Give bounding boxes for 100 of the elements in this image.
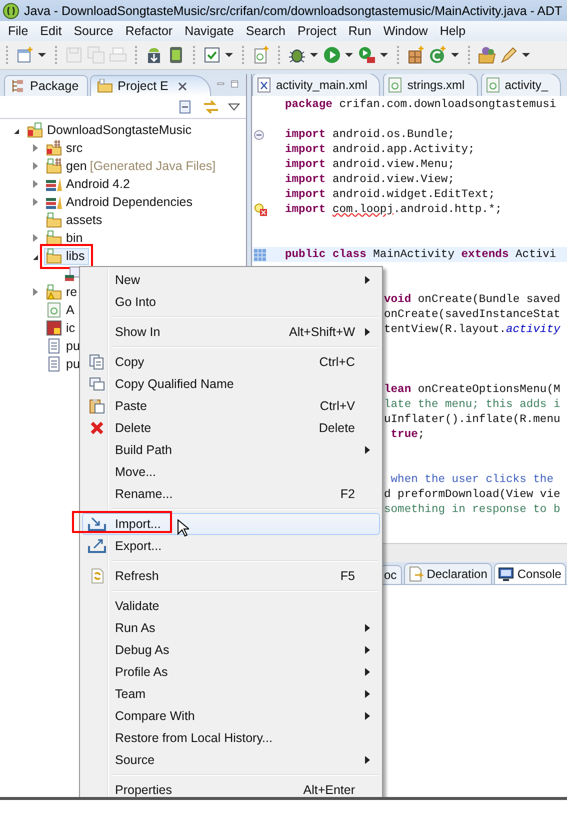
view-tab[interactable]: Declaration [404,563,492,584]
play-icon[interactable] [323,46,341,64]
copy-icon [89,376,105,392]
menu-item[interactable]: Move... [82,461,380,483]
folder-icon [45,248,63,264]
android-file-icon [45,302,63,318]
menu-item[interactable]: Copy Ctrl+C [82,351,380,373]
android-file-icon [388,77,402,93]
menu-item[interactable]: Compare With [82,705,380,727]
editor-tab[interactable]: activity_ [480,74,562,96]
expand-arrow-icon[interactable] [14,129,19,134]
window-title: Java - DownloadSongtasteMusic/src/crifan/com/downloadsongtastemusic/MainActivity.java - ADT [24,4,562,18]
menu-bar-item[interactable]: Navigate [178,24,240,38]
code-line: true; [390,428,425,440]
menu-item[interactable]: Source [82,749,380,771]
menu-item[interactable]: Delete Delete [82,417,380,439]
tree-item[interactable]: ic [44,320,80,336]
menu-item[interactable]: Show In Alt+Shift+W [82,321,380,343]
checkbox-icon[interactable] [203,46,221,64]
folder-icon [96,79,113,93]
menu-item[interactable]: Export... [82,535,380,557]
view-tab[interactable]: Project E [90,75,212,96]
menu-bar-item[interactable]: Window [377,24,434,38]
link-arrows-icon[interactable] [202,99,220,115]
menu-bar-item[interactable]: Source [68,24,120,38]
new-class-icon[interactable] [429,46,447,64]
tree-item[interactable]: A [44,302,78,318]
submenu-arrow-icon [364,276,370,284]
menu-item[interactable]: Build Path [82,439,380,461]
code-line: onCreate(savedInstanceStat [384,308,560,320]
code-line: uInflater().inflate(R.menu [384,414,560,426]
tree-item[interactable]: Android 4.2 [44,176,134,192]
code-line: lean onCreateOptionsMenu(M [384,384,560,396]
menu-item[interactable]: Refresh F5 [82,565,380,587]
code-line: public class MainActivity extends Activi [285,248,556,260]
menu-item[interactable]: Import... [82,513,380,535]
import-icon [88,516,106,532]
package-icon [11,79,25,93]
menu-bar-item[interactable]: Refactor [119,24,179,38]
tree-item[interactable]: pu [44,356,84,372]
code-line: d preformDownload(View vie [384,488,560,500]
menu-item[interactable]: Restore from Local History... [82,727,380,749]
menu-bar-item[interactable]: File [2,24,34,38]
folder-icon [45,284,63,300]
view-menu-icon[interactable] [228,102,240,112]
submenu-arrow-icon [364,690,370,698]
code-line: tentView(R.layout.activity [384,324,560,336]
tree-item[interactable]: src [44,140,87,156]
lightbulb-error-icon[interactable] [254,202,268,216]
menu-item[interactable]: Validate [82,595,380,617]
tree-item[interactable]: re [44,284,82,300]
new-window-icon[interactable] [16,46,34,64]
menu-item[interactable]: Profile As [82,661,380,683]
menu-item[interactable]: Properties Alt+Enter [82,779,380,797]
menu-item[interactable]: Paste Ctrl+V [82,395,380,417]
menu-item[interactable]: Go Into [82,291,380,313]
mouse-cursor-icon [177,519,189,537]
code-line: import com.loopj.android.http.*; [285,204,502,216]
pen-icon[interactable] [500,46,518,64]
books-icon [45,176,63,192]
submenu-arrow-icon [364,328,370,336]
android-file-icon [486,77,500,93]
editor-tab[interactable]: strings.xml [383,74,478,96]
code-line: when the user clicks the [390,474,554,486]
document-arrow-icon [408,566,424,582]
menu-bar-item[interactable]: Search [240,24,292,38]
code-line: something in response to b [384,504,560,516]
menu-item[interactable]: Team [82,683,380,705]
submenu-arrow-icon [364,756,370,764]
tree-item[interactable]: pu [44,338,84,354]
menu-item[interactable]: Rename... F2 [82,483,380,505]
menu-bar-item[interactable]: Run [342,24,378,38]
close-icon[interactable] [177,80,188,92]
menu-bar-item[interactable]: Help [434,24,472,38]
menu-bar-item[interactable]: Edit [34,24,68,38]
tree-item[interactable]: DownloadSongtasteMusic [25,122,196,138]
folder-icon [45,230,63,246]
view-tab[interactable]: Package [4,75,88,96]
fold-icon[interactable] [254,130,264,140]
menu-item[interactable]: New [82,269,380,291]
package-folder-icon [45,158,63,174]
submenu-arrow-icon [364,646,370,654]
project-icon [26,122,44,138]
books-icon [45,194,63,210]
submenu-arrow-icon [364,668,370,676]
submenu-arrow-icon [364,624,370,632]
expand-arrow-icon[interactable] [33,255,38,260]
play-toolbox-icon[interactable] [358,46,376,64]
view-tab[interactable]: Console [494,563,566,584]
editor-tab[interactable]: activity_main.xml [252,74,380,96]
tree-item[interactable]: gen [Generated Java Files] [44,158,220,174]
tree-item[interactable]: libs [44,248,89,264]
code-line: package crifan.com.downloadsongtastemusi [285,98,556,110]
menu-item[interactable]: Debug As [82,639,380,661]
menu-item[interactable]: Copy Qualified Name [82,373,380,395]
tree-item[interactable]: bin [44,230,87,246]
tree-item[interactable]: assets [44,212,106,228]
menu-item[interactable]: Run As [82,617,380,639]
tree-item[interactable]: Android Dependencies [44,194,196,210]
menu-bar-item[interactable]: Project [292,24,342,38]
